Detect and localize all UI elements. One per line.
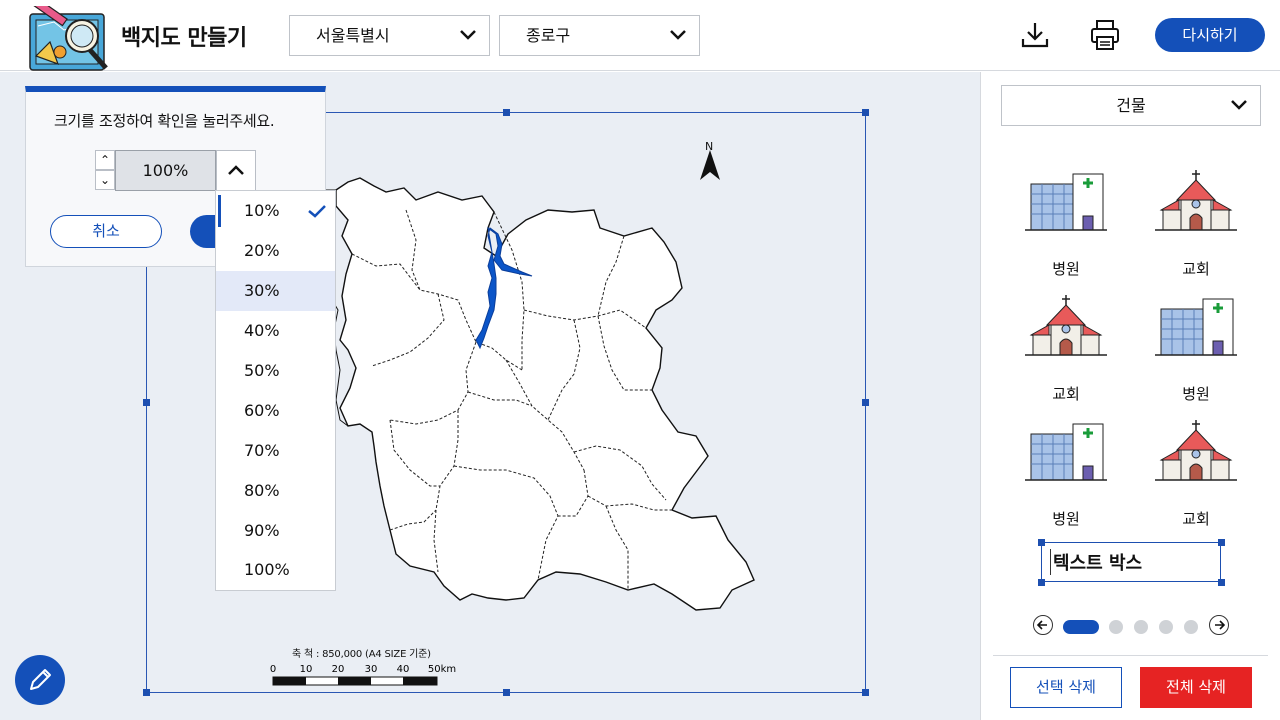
city-select[interactable]: 서울특별시 [289,15,490,56]
city-select-value: 서울특별시 [316,26,390,45]
app-logo [29,6,108,71]
symbol-tile-church[interactable]: 교회 [1021,295,1111,405]
prev-page-button[interactable] [1033,615,1053,635]
scale-bar: 0 10 20 30 40 50km [270,664,456,686]
arrow-left-icon [1036,620,1047,630]
check-icon [308,205,326,218]
arrow-right-icon [1215,620,1226,630]
size-option[interactable]: 20% [216,231,335,271]
page-dot[interactable] [1184,620,1198,634]
delete-selected-button[interactable]: 선택 삭제 [1010,667,1122,708]
size-dropdown-list: 10% 20% 30% 40% 50% 60% 70% 80% 90% 100% [215,190,336,591]
tile-label: 병원 [1052,510,1080,528]
scale-tick-label: 10 [300,664,313,675]
hospital-icon [1025,423,1107,481]
page-dot[interactable] [1159,620,1173,634]
size-value-field[interactable]: 100% [115,150,216,191]
symbol-panel: 건물 병원 교회 교회 병원 병원 교회 텍스트 박스 선택 삭제 전체 삭제 [980,72,1280,720]
size-option[interactable]: 30% [216,271,335,311]
resize-handle[interactable] [1038,539,1045,546]
download-icon[interactable] [1018,18,1052,52]
tile-label: 병원 [1182,385,1210,403]
symbol-tile-hospital[interactable]: 병원 [1021,420,1111,530]
resize-handle[interactable] [862,399,869,406]
chevron-up-icon [228,165,244,175]
size-increase-button[interactable]: ⌃ [95,150,115,170]
church-icon [1025,295,1107,356]
size-option[interactable]: 70% [216,431,335,471]
district-select[interactable]: 종로구 [499,15,700,56]
page-title: 백지도 만들기 [121,26,247,51]
category-select[interactable]: 건물 [1001,85,1261,126]
size-option[interactable]: 100% [216,550,335,590]
size-decrease-button[interactable]: ⌄ [95,170,115,190]
size-option[interactable]: 60% [216,391,335,431]
resize-handle[interactable] [862,689,869,696]
resize-handle[interactable] [1218,539,1225,546]
resize-handle[interactable] [503,689,510,696]
chevron-down-icon [460,30,476,40]
district-select-value: 종로구 [526,26,571,45]
tile-label: 교회 [1182,260,1210,278]
cancel-button[interactable]: 취소 [50,215,162,248]
tile-pager [1033,615,1233,637]
app-header: 백지도 만들기 서울특별시 종로구 다시하기 [0,0,1280,71]
hospital-icon [1025,173,1107,231]
map-canvas[interactable]: N 축 척 : 850,000 (A4 SIZE 기준) 0 10 20 30 … [0,72,980,720]
scale-tick-label: 0 [270,664,276,675]
map-region-outline [335,177,755,611]
size-option[interactable]: 90% [216,511,335,551]
next-page-button[interactable] [1209,615,1229,635]
hospital-icon [1155,298,1237,356]
divider [993,655,1268,656]
scale-tick-label: 40 [397,664,410,675]
pencil-icon [30,669,51,690]
chevron-down-icon [1231,100,1247,110]
scale-tick-label: 20 [332,664,345,675]
page-dot[interactable] [1109,620,1123,634]
category-select-value: 건물 [1116,96,1146,115]
scale-text: 축 척 : 850,000 (A4 SIZE 기준) [292,649,431,660]
north-label: N [705,140,714,153]
resize-handle[interactable] [862,109,869,116]
text-box-tool[interactable]: 텍스트 박스 [1041,542,1221,582]
text-box-label: 텍스트 박스 [1050,549,1142,575]
scale-tick-label: 50km [428,664,456,675]
print-icon[interactable] [1088,18,1122,52]
page-dot[interactable] [1134,620,1148,634]
size-option[interactable]: 40% [216,311,335,351]
resize-handle[interactable] [1038,579,1045,586]
size-option[interactable]: 10% [216,191,335,231]
resize-handle[interactable] [1218,579,1225,586]
resize-handle[interactable] [143,689,150,696]
tile-label: 교회 [1052,385,1080,403]
symbol-tile-church[interactable]: 교회 [1151,420,1241,530]
symbol-tile-hospital[interactable]: 병원 [1021,170,1111,280]
resize-handle[interactable] [503,109,510,116]
reset-button[interactable]: 다시하기 [1155,18,1265,52]
symbol-tile-hospital[interactable]: 병원 [1151,295,1241,405]
delete-all-button[interactable]: 전체 삭제 [1140,667,1252,708]
size-option[interactable]: 80% [216,471,335,511]
church-icon [1155,420,1237,481]
popup-message: 크기를 조정하여 확인을 눌러주세요. [54,112,275,130]
edit-button[interactable] [15,655,65,705]
size-option[interactable]: 50% [216,351,335,391]
scale-tick-label: 30 [365,664,378,675]
church-icon [1155,170,1237,231]
resize-handle[interactable] [143,399,150,406]
tile-label: 교회 [1182,510,1210,528]
tile-label: 병원 [1052,260,1080,278]
chevron-down-icon [670,30,686,40]
page-dot[interactable] [1063,620,1099,634]
symbol-tile-church[interactable]: 교회 [1151,170,1241,280]
size-dropdown-toggle[interactable] [216,150,256,191]
